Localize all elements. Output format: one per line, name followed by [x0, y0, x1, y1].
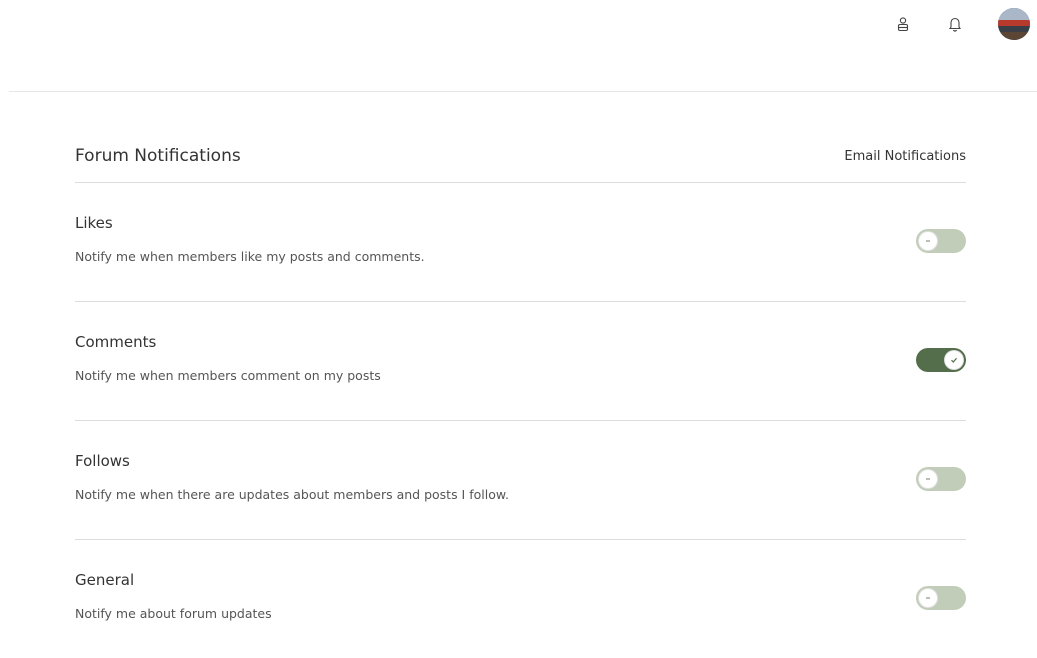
panel-header: Forum Notifications Email Notifications: [75, 128, 966, 183]
toggle-knob: [918, 588, 938, 608]
general-toggle[interactable]: [916, 586, 966, 610]
toggle-knob: [944, 350, 964, 370]
notification-row-comments: Comments Notify me when members comment …: [75, 302, 966, 421]
members-icon[interactable]: [893, 14, 913, 34]
row-title: Comments: [75, 333, 157, 351]
toggle-knob: [918, 469, 938, 489]
header-divider: [9, 91, 1037, 92]
likes-toggle[interactable]: [916, 229, 966, 253]
minus-icon: [926, 478, 930, 480]
minus-icon: [926, 597, 930, 599]
notification-row-follows: Follows Notify me when there are updates…: [75, 421, 966, 540]
row-description: Notify me when there are updates about m…: [75, 487, 509, 502]
bell-icon[interactable]: [945, 14, 965, 34]
row-title: Likes: [75, 214, 113, 232]
notification-row-likes: Likes Notify me when members like my pos…: [75, 183, 966, 302]
email-notifications-label: Email Notifications: [844, 149, 966, 164]
notifications-panel: Forum Notifications Email Notifications …: [75, 128, 966, 658]
notification-row-general: General Notify me about forum updates: [75, 540, 966, 658]
minus-icon: [926, 240, 930, 242]
top-bar: [0, 0, 1037, 92]
row-title: General: [75, 571, 135, 589]
row-title: Follows: [75, 452, 130, 470]
follows-toggle[interactable]: [916, 467, 966, 491]
row-description: Notify me when members comment on my pos…: [75, 368, 381, 383]
comments-toggle[interactable]: [916, 348, 966, 372]
panel-title: Forum Notifications: [75, 146, 241, 166]
row-description: Notify me when members like my posts and…: [75, 249, 425, 264]
user-avatar[interactable]: [998, 8, 1030, 40]
row-description: Notify me about forum updates: [75, 606, 272, 621]
toggle-knob: [918, 231, 938, 251]
check-icon: [951, 357, 957, 363]
